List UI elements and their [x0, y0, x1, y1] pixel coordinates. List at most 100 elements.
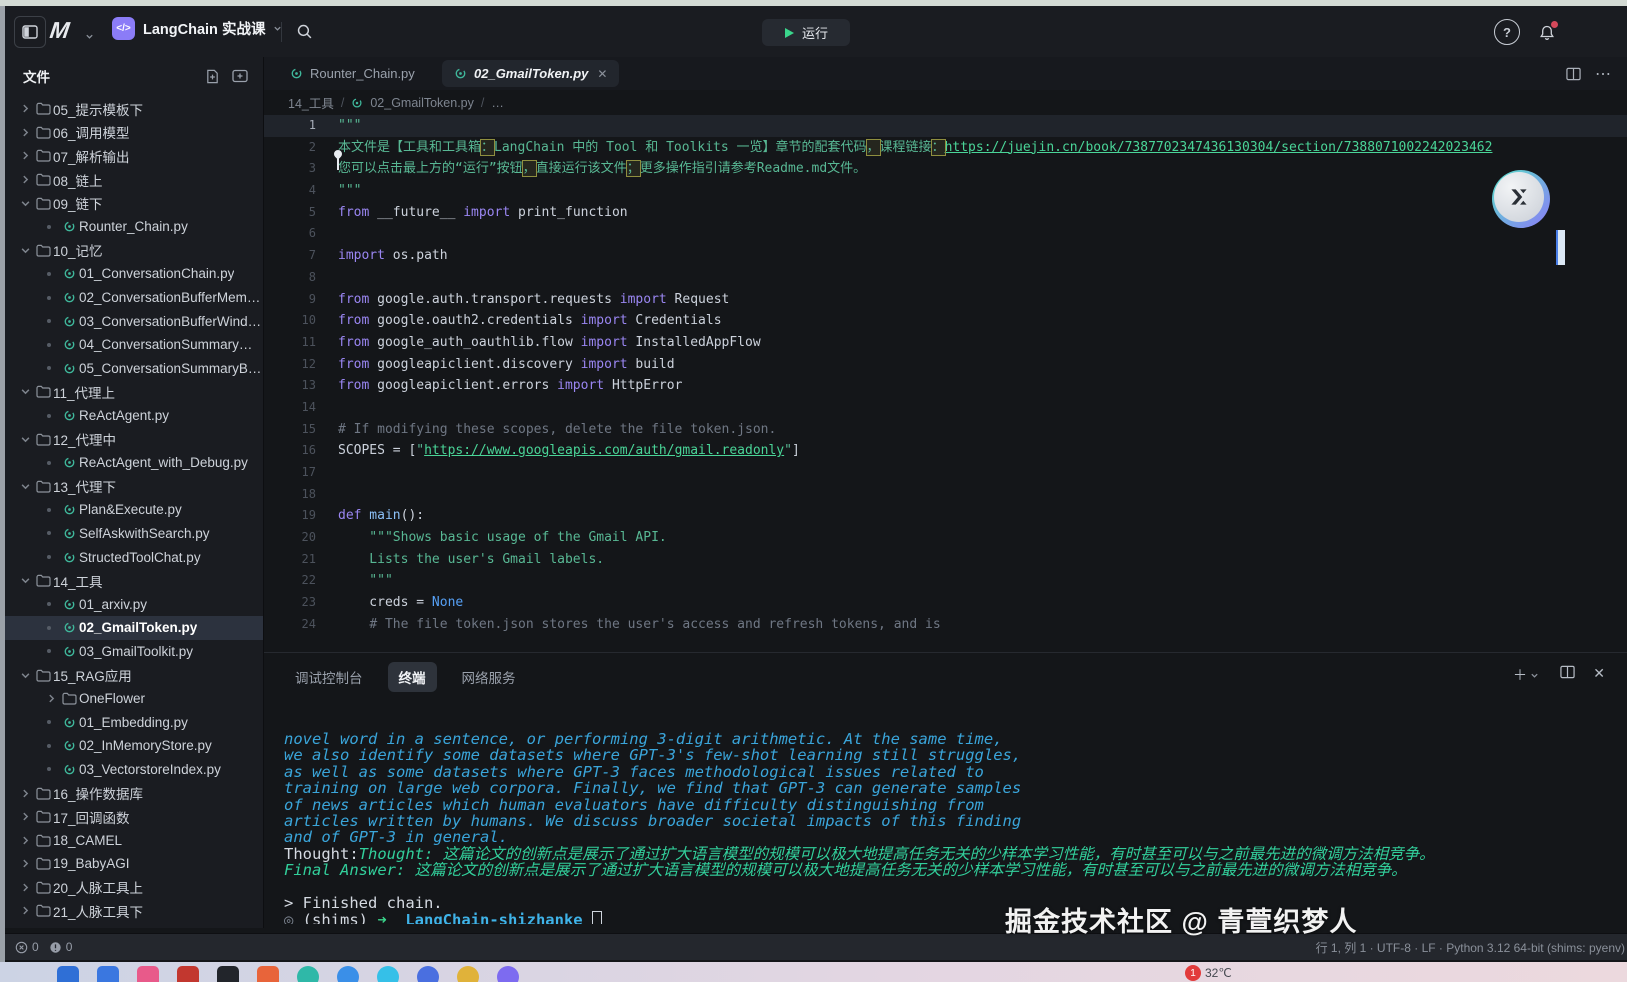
tree-file-02_InMemoryStore.py[interactable]: 02_InMemoryStore.py	[5, 734, 263, 758]
tree-folder-20_人脉工具上[interactable]: 20_人脉工具上	[5, 876, 263, 900]
tree-folder-09_链下[interactable]: 09_链下	[5, 191, 263, 215]
tree-folder-12_代理中[interactable]: 12_代理中	[5, 427, 263, 451]
chevron-right-icon[interactable]	[17, 151, 33, 160]
tree-folder-21_人脉工具下[interactable]: 21_人脉工具下	[5, 899, 263, 923]
tree-file-03_ConversationBufferWindo...[interactable]: 03_ConversationBufferWindo...	[5, 309, 263, 333]
taskbar-app-icon[interactable]	[457, 966, 479, 982]
taskbar-app-icon[interactable]	[377, 966, 399, 982]
tree-file-ReActAgent.py[interactable]: ReActAgent.py	[5, 404, 263, 428]
tree-file-04_ConversationSummaryMe...[interactable]: 04_ConversationSummaryMe...	[5, 333, 263, 357]
chevron-right-icon[interactable]	[17, 836, 33, 845]
taskbar-app-icon[interactable]	[57, 966, 79, 982]
taskbar-app-icon[interactable]	[417, 966, 439, 982]
tree-file-03_GmailToolkit.py[interactable]: 03_GmailToolkit.py	[5, 640, 263, 664]
chevron-right-icon[interactable]	[17, 789, 33, 798]
editor-scrollbar-thumb[interactable]	[1556, 230, 1565, 265]
breadcrumb-file[interactable]: 02_GmailToken.py	[370, 96, 474, 110]
taskbar-weather-temp[interactable]: 32℃	[1205, 966, 1232, 980]
tree-file-Rounter_Chain.py[interactable]: Rounter_Chain.py	[5, 215, 263, 239]
notification-bell-icon[interactable]	[1532, 18, 1562, 48]
chevron-down-icon[interactable]	[17, 435, 33, 444]
chevron-right-icon[interactable]	[17, 812, 33, 821]
tab-close-icon[interactable]: ✕	[597, 67, 607, 81]
project-selector[interactable]: </> LangChain 实战课	[112, 17, 282, 40]
tree-folder-10_记忆[interactable]: 10_记忆	[5, 239, 263, 263]
close-panel-icon[interactable]: ✕	[1593, 665, 1605, 682]
chevron-right-icon[interactable]	[17, 883, 33, 892]
panel-tab-network[interactable]: 网络服务	[451, 662, 527, 692]
ai-assistant-floating-button[interactable]	[1492, 170, 1550, 228]
tree-folder-11_代理上[interactable]: 11_代理上	[5, 380, 263, 404]
taskbar-app-icon[interactable]	[217, 966, 239, 982]
tree-folder-15_RAG应用[interactable]: 15_RAG应用	[5, 663, 263, 687]
taskbar-app-icon[interactable]	[137, 966, 159, 982]
tree-folder-OneFlower[interactable]: OneFlower	[5, 687, 263, 711]
tree-file-05_ConversationSummaryBuff...[interactable]: 05_ConversationSummaryBuff...	[5, 357, 263, 381]
taskbar-app-icon[interactable]	[97, 966, 119, 982]
tree-folder-07_解析输出[interactable]: 07_解析输出	[5, 144, 263, 168]
tree-folder-13_代理下[interactable]: 13_代理下	[5, 475, 263, 499]
tree-file-01_Embedding.py[interactable]: 01_Embedding.py	[5, 710, 263, 734]
terminal-output[interactable]: novel word in a sentence, or performing …	[284, 731, 1617, 924]
error-counter[interactable]: 0	[15, 940, 39, 954]
breadcrumb-folder[interactable]: 14_工具	[288, 93, 334, 112]
taskbar-app-icon[interactable]	[497, 966, 519, 982]
code-line-content: Lists the user's Gmail labels.	[316, 549, 604, 571]
code-hyperlink[interactable]: https://www.googleapis.com/auth/gmail.re…	[424, 443, 784, 458]
taskbar-app-icon[interactable]	[257, 966, 279, 982]
tree-file-01_ConversationChain.py[interactable]: 01_ConversationChain.py	[5, 262, 263, 286]
warning-counter[interactable]: 0	[49, 940, 73, 954]
taskbar-app-icon[interactable]	[177, 966, 199, 982]
chevron-right-icon[interactable]	[17, 104, 33, 113]
sidebar-toggle-icon[interactable]	[14, 16, 46, 48]
chevron-down-icon[interactable]	[17, 199, 33, 208]
breadcrumb-more[interactable]: …	[491, 96, 504, 110]
chevron-down-icon[interactable]	[17, 671, 33, 680]
tree-file-03_VectorstoreIndex.py[interactable]: 03_VectorstoreIndex.py	[5, 758, 263, 782]
taskbar-app-icon[interactable]	[297, 966, 319, 982]
tree-file-02_GmailToken.py[interactable]: 02_GmailToken.py	[5, 616, 263, 640]
tree-folder-06_调用模型[interactable]: 06_调用模型	[5, 121, 263, 145]
code-token: Lists the user's Gmail labels.	[338, 552, 604, 567]
tree-folder-05_提示模板下[interactable]: 05_提示模板下	[5, 97, 263, 121]
tree-folder-17_回调函数[interactable]: 17_回调函数	[5, 805, 263, 829]
chevron-right-icon[interactable]	[17, 128, 33, 137]
tree-file-01_arxiv.py[interactable]: 01_arxiv.py	[5, 592, 263, 616]
code-editor[interactable]: 1"""2本文件是【工具和工具箱：LangChain 中的 Tool 和 Too…	[264, 115, 1627, 652]
tab-rounter-chain[interactable]: Rounter_Chain.py	[278, 60, 427, 87]
chevron-down-icon[interactable]	[17, 482, 33, 491]
tree-folder-18_CAMEL[interactable]: 18_CAMEL	[5, 828, 263, 852]
new-folder-icon[interactable]	[229, 65, 251, 87]
taskbar-app-icon[interactable]	[337, 966, 359, 982]
chevron-down-icon[interactable]	[17, 246, 33, 255]
tree-file-Plan&Execute.py[interactable]: Plan&Execute.py	[5, 498, 263, 522]
chevron-down-icon[interactable]	[17, 387, 33, 396]
tree-file-ReActAgent_with_Debug.py[interactable]: ReActAgent_with_Debug.py	[5, 451, 263, 475]
tree-file-StructedToolChat.py[interactable]: StructedToolChat.py	[5, 545, 263, 569]
chevron-right-icon[interactable]	[17, 859, 33, 868]
split-panel-icon[interactable]	[1560, 665, 1575, 679]
logo-chevron-down-icon[interactable]	[85, 28, 94, 46]
chevron-right-icon[interactable]	[43, 694, 59, 703]
panel-tab-terminal[interactable]: 终端	[388, 662, 437, 692]
tree-file-02_ConversationBufferMemor...[interactable]: 02_ConversationBufferMemor...	[5, 286, 263, 310]
chevron-right-icon[interactable]	[17, 906, 33, 915]
tree-folder-08_链上[interactable]: 08_链上	[5, 168, 263, 192]
split-editor-icon[interactable]	[1561, 63, 1585, 85]
new-terminal-icon[interactable]: ＋	[1513, 665, 1539, 685]
tree-folder-16_操作数据库[interactable]: 16_操作数据库	[5, 781, 263, 805]
tree-file-SelfAskwithSearch.py[interactable]: SelfAskwithSearch.py	[5, 522, 263, 546]
tree-folder-19_BabyAGI[interactable]: 19_BabyAGI	[5, 852, 263, 876]
help-icon[interactable]: ?	[1494, 19, 1520, 45]
run-button[interactable]: 运行	[762, 19, 850, 46]
new-file-icon[interactable]	[201, 65, 223, 87]
code-hyperlink[interactable]: https://juejin.cn/book/73877023474361303…	[945, 140, 1493, 155]
chevron-down-icon[interactable]	[17, 576, 33, 585]
more-options-icon[interactable]: ⋯	[1591, 63, 1615, 85]
panel-tab-debug-console[interactable]: 调试控制台	[284, 662, 374, 692]
tab-gmailtoken[interactable]: 02_GmailToken.py ✕	[442, 60, 619, 87]
search-icon[interactable]	[289, 16, 319, 46]
taskbar-notification-badge[interactable]: 1	[1185, 965, 1201, 981]
chevron-right-icon[interactable]	[17, 175, 33, 184]
tree-folder-14_工具[interactable]: 14_工具	[5, 569, 263, 593]
